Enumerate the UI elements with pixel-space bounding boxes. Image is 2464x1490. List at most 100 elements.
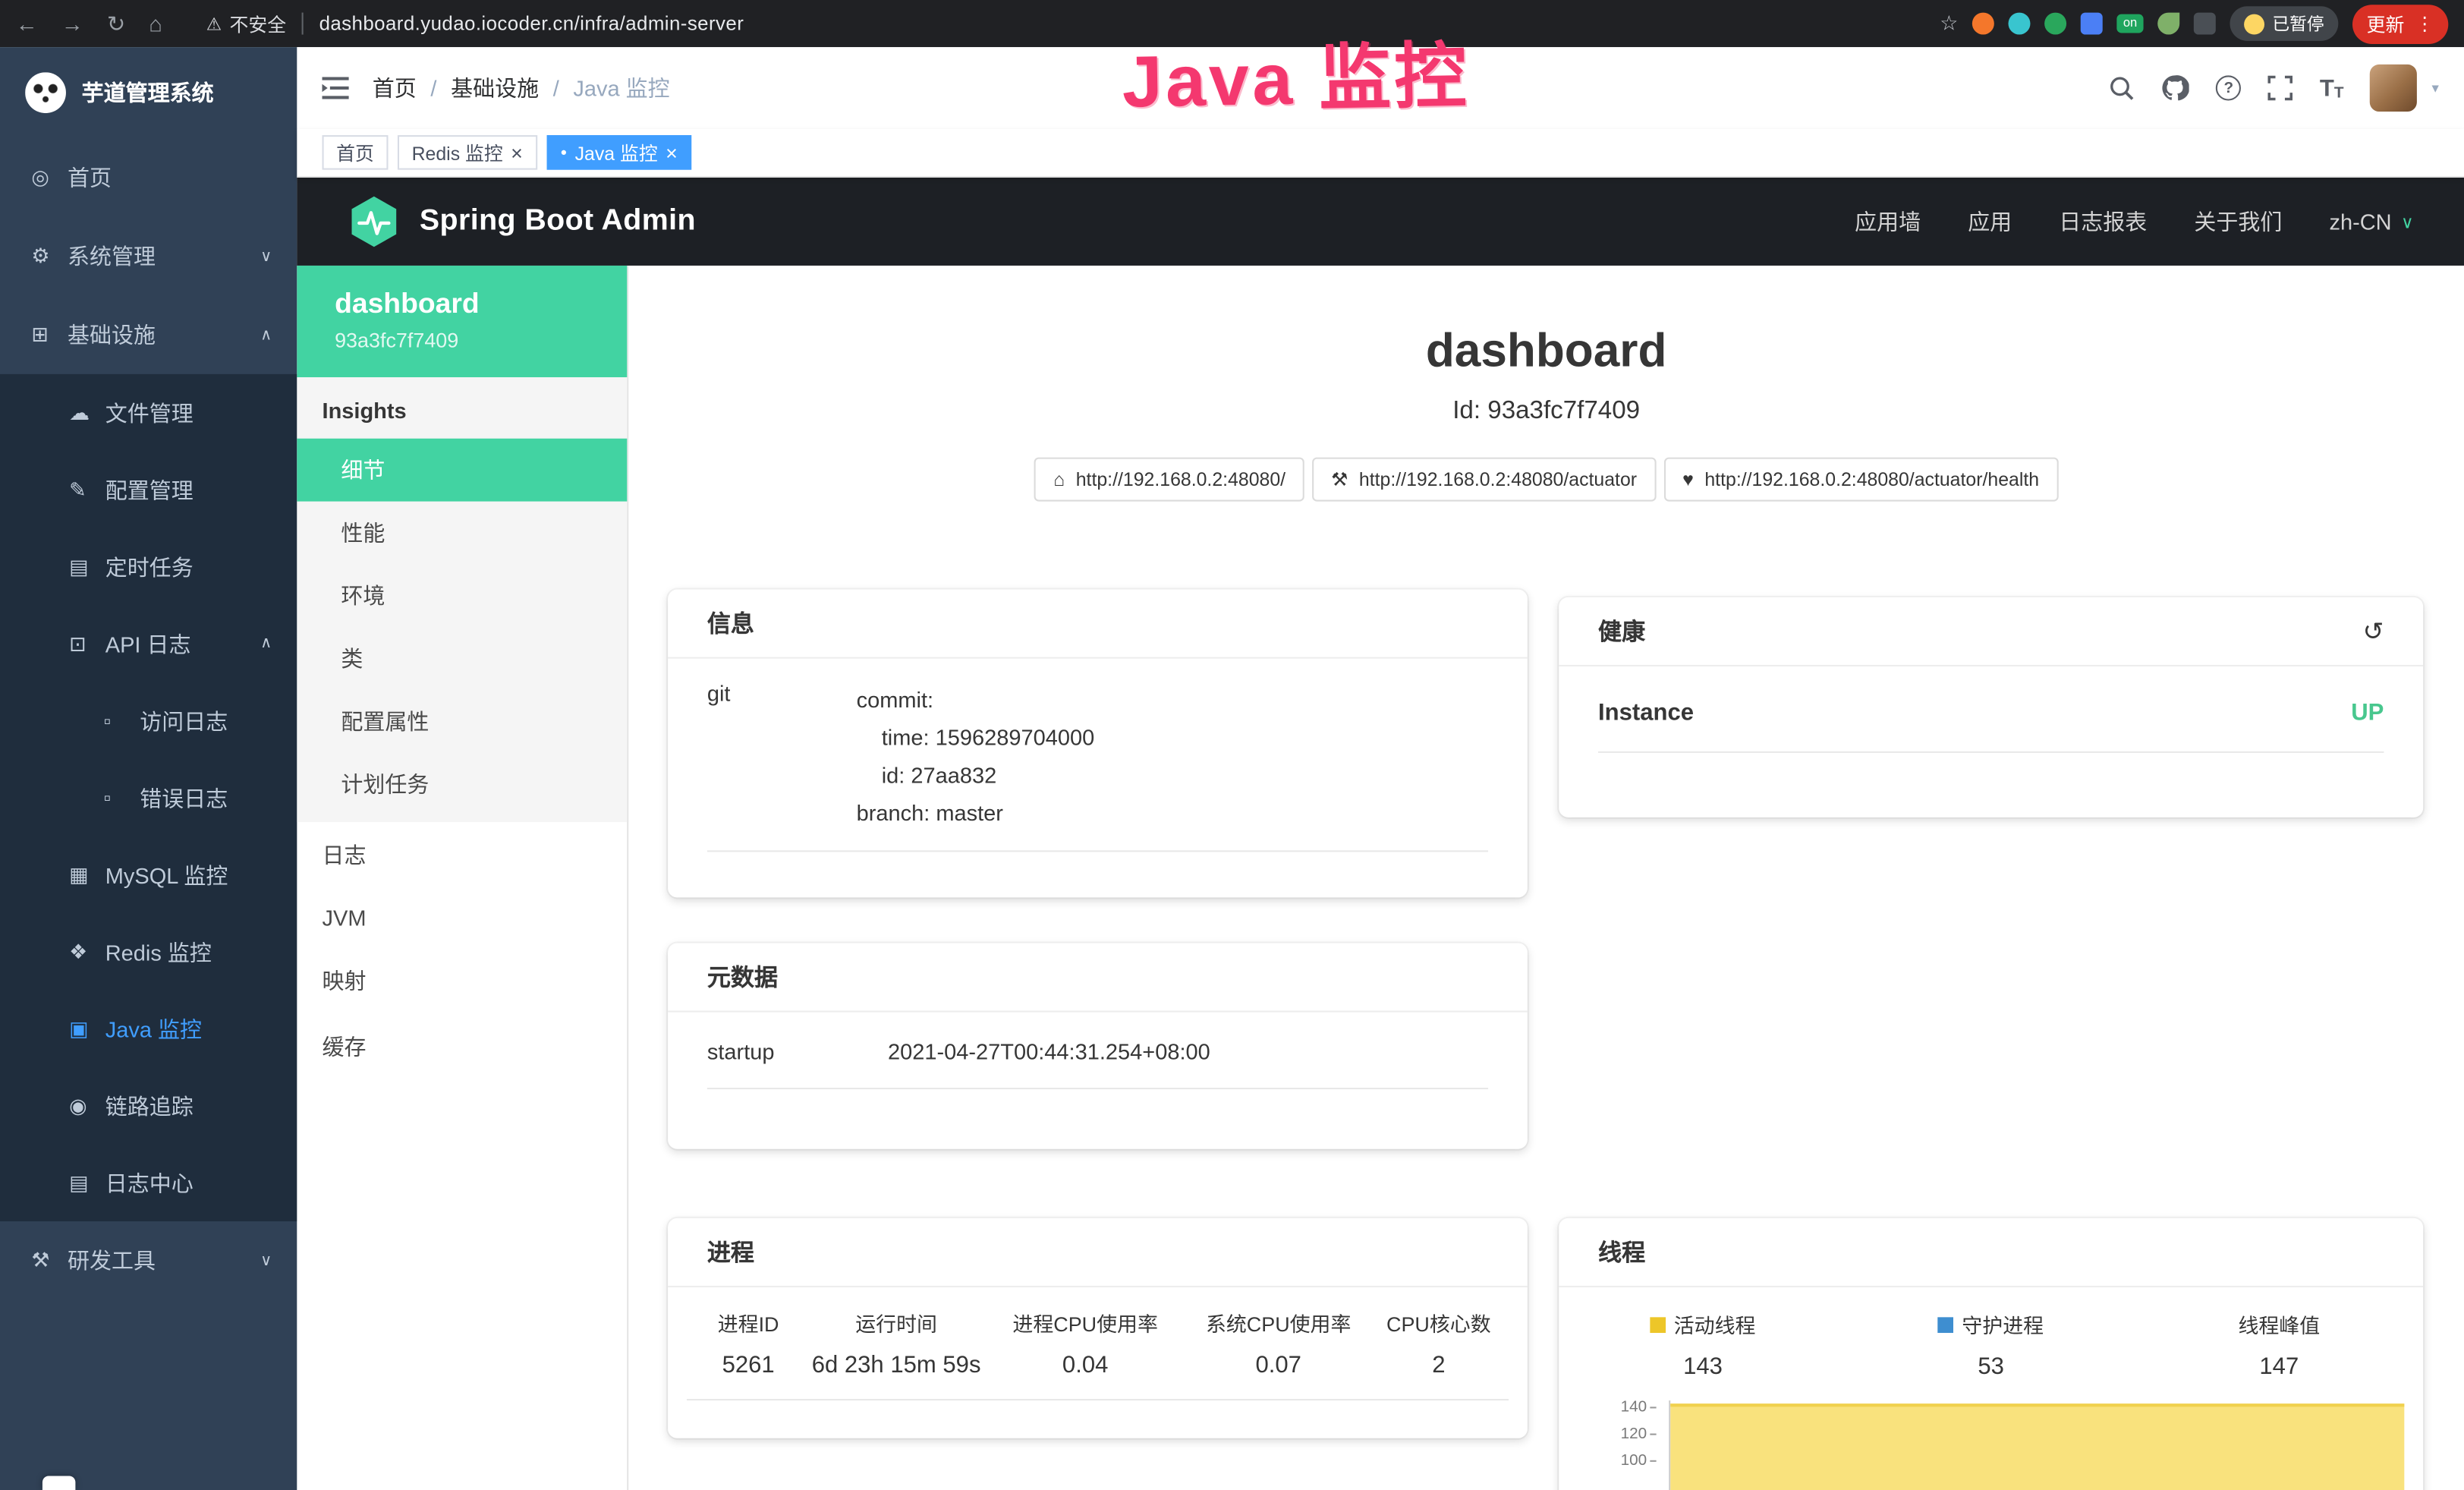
sidebar-item-mysql-monitor[interactable]: ▦ MySQL 监控 <box>0 836 297 913</box>
tools-icon: ⚒ <box>31 1248 68 1273</box>
chevron-down-icon: ∨ <box>2401 212 2414 232</box>
back-icon[interactable]: ← <box>16 11 38 36</box>
bookmark-star-icon[interactable]: ☆ <box>1940 11 1958 36</box>
sidebar-item-java-monitor[interactable]: ▣ Java 监控 <box>0 991 297 1067</box>
sba-nav-about[interactable]: 关于我们 <box>2194 206 2282 237</box>
cloud-icon: ☁ <box>69 400 105 425</box>
sidebar-item-tracing[interactable]: ◉ 链路追踪 <box>0 1067 297 1144</box>
sba-nav-journal[interactable]: 日志报表 <box>2059 206 2147 237</box>
breadcrumb-infrastructure[interactable]: 基础设施 <box>451 72 539 103</box>
instance-id: 93a3fc7f7409 <box>335 329 589 352</box>
legend-active-threads-icon <box>1651 1316 1666 1332</box>
redis-icon: ❖ <box>69 939 105 964</box>
active-dot-icon: ● <box>560 147 567 158</box>
service-url-link[interactable]: ⌂ http://192.168.0.2:48080/ <box>1034 458 1304 502</box>
sba-navbar: Spring Boot Admin 应用墙 应用 日志报表 关于我们 zh-CN… <box>297 178 2464 266</box>
github-icon[interactable] <box>2161 74 2189 102</box>
extension-icon-on-badge[interactable]: on <box>2117 14 2144 33</box>
sba-nav-applications[interactable]: 应用 <box>1968 206 2012 237</box>
eye-icon: ◉ <box>69 1093 105 1118</box>
sba-main: dashboard Id: 93a3fc7f7409 ⌂ http://192.… <box>628 266 2464 1490</box>
sba-item-scheduled-tasks[interactable]: 计划任务 <box>297 753 627 816</box>
avatar[interactable] <box>2371 65 2418 112</box>
sidebar-item-error-logs[interactable]: ▫ 错误日志 <box>0 759 297 836</box>
sba-item-mappings[interactable]: 映射 <box>297 948 627 1014</box>
sba-item-environment[interactable]: 环境 <box>297 564 627 627</box>
sidebar-item-scheduled-tasks[interactable]: ▤ 定时任务 <box>0 528 297 605</box>
home-icon[interactable]: ⌂ <box>149 11 162 36</box>
sba-item-metrics[interactable]: 性能 <box>297 502 627 565</box>
profile-emoji-icon <box>2244 14 2264 34</box>
extension-icon-grid[interactable] <box>2081 13 2103 35</box>
health-card-title: 健康 <box>1598 615 1645 647</box>
sba-language-select[interactable]: zh-CN ∨ <box>2329 209 2413 234</box>
divider <box>302 13 304 35</box>
close-icon[interactable]: × <box>666 142 678 162</box>
chrome-update-button[interactable]: 更新 ⋮ <box>2352 4 2448 43</box>
extension-icon-green[interactable] <box>2044 13 2066 35</box>
sba-logo-icon[interactable] <box>348 195 401 248</box>
daemon-threads-value: 53 <box>1847 1353 2135 1380</box>
gear-icon: ⚙ <box>31 244 68 269</box>
floating-widget[interactable] <box>42 1476 75 1490</box>
sidebar-item-config-management[interactable]: ✎ 配置管理 <box>0 451 297 528</box>
sidebar-item-log-center[interactable]: ▤ 日志中心 <box>0 1145 297 1221</box>
help-icon[interactable]: ? <box>2216 75 2241 100</box>
sidebar-item-file-management[interactable]: ☁ 文件管理 <box>0 374 297 451</box>
sidebar-item-api-logs[interactable]: ⊡ API 日志 ∧ <box>0 605 297 682</box>
process-val-uptime: 6d 23h 15m 59s <box>810 1352 982 1378</box>
sidebar-item-dev-tools[interactable]: ⚒ 研发工具 ∨ <box>0 1221 297 1300</box>
process-col-uptime: 运行时间 <box>810 1308 982 1337</box>
sba-brand[interactable]: Spring Boot Admin <box>420 204 696 239</box>
home-icon: ⌂ <box>1053 468 1065 490</box>
sidebar-item-access-logs[interactable]: ▫ 访问日志 <box>0 682 297 759</box>
infrastructure-icon: ⊞ <box>31 323 68 348</box>
font-size-icon[interactable]: TT <box>2320 74 2344 101</box>
tab-redis-monitor[interactable]: Redis 监控 × <box>398 135 537 170</box>
sidebar-item-system[interactable]: ⚙ 系统管理 ∨ <box>0 217 297 296</box>
sba-item-jvm[interactable]: JVM <box>297 888 627 948</box>
y-tick: 120 <box>1609 1425 1656 1443</box>
extension-icon-drop[interactable] <box>2009 13 2031 35</box>
extension-icon-fox[interactable] <box>1972 13 1994 35</box>
sba-item-caches[interactable]: 缓存 <box>297 1014 627 1080</box>
sba-item-classes[interactable]: 类 <box>297 627 627 690</box>
extension-icon-leaf[interactable] <box>2157 13 2179 35</box>
sba-item-config-props[interactable]: 配置属性 <box>297 690 627 753</box>
threads-legend: 活动线程 143 守护进程 53 线程峰值 147 <box>1559 1309 2423 1380</box>
health-row-instance: Instance UP <box>1598 700 2384 753</box>
sidebar-item-home[interactable]: ◎ 首页 <box>0 138 297 217</box>
sba-item-logs[interactable]: 日志 <box>297 822 627 888</box>
reload-icon[interactable]: ↻ <box>107 10 125 36</box>
sba-nav-wallboard[interactable]: 应用墙 <box>1855 206 1921 237</box>
y-tick: 140 <box>1609 1399 1656 1416</box>
process-val-cores: 2 <box>1369 1352 1509 1378</box>
fullscreen-icon[interactable] <box>2268 75 2293 100</box>
page-subtitle: Id: 93a3fc7f7409 <box>628 398 2464 426</box>
search-icon[interactable] <box>2109 75 2134 100</box>
instance-header[interactable]: dashboard 93a3fc7f7409 <box>297 266 627 377</box>
info-key: git <box>707 681 857 832</box>
forward-icon[interactable]: → <box>61 11 83 36</box>
history-icon[interactable]: ↺ <box>2363 616 2384 647</box>
app-logo-row[interactable]: 芋道管理系统 <box>0 47 297 138</box>
y-tick: 100 <box>1609 1452 1656 1470</box>
tab-home[interactable]: 首页 <box>323 135 389 170</box>
extensions-puzzle-icon[interactable] <box>2194 13 2216 35</box>
close-icon[interactable]: × <box>511 142 523 162</box>
breadcrumb-home[interactable]: 首页 <box>373 72 417 103</box>
address-bar[interactable]: dashboard.yudao.iocoder.cn/infra/admin-s… <box>319 13 744 35</box>
sba-item-details[interactable]: 细节 <box>297 439 627 502</box>
info-row-git: git commit: time: 1596289704000 id: 27aa… <box>707 681 1488 852</box>
kebab-menu-icon[interactable]: ⋮ <box>2415 13 2434 35</box>
actuator-url-link[interactable]: ⚒ http://192.168.0.2:48080/actuator <box>1312 458 1656 502</box>
insights-group-label: Insights <box>297 377 627 439</box>
threads-card-title: 线程 <box>1598 1236 1645 1268</box>
sidebar-item-infrastructure[interactable]: ⊞ 基础设施 ∧ <box>0 295 297 374</box>
sidebar-item-redis-monitor[interactable]: ❖ Redis 监控 <box>0 913 297 990</box>
profile-paused-badge[interactable]: 已暂停 <box>2230 6 2338 41</box>
hamburger-icon[interactable] <box>323 77 349 99</box>
site-security[interactable]: ⚠ 不安全 <box>206 10 286 36</box>
health-url-link[interactable]: ♥ http://192.168.0.2:48080/actuator/heal… <box>1663 458 2058 502</box>
tab-java-monitor[interactable]: ● Java 监控 × <box>546 135 692 170</box>
